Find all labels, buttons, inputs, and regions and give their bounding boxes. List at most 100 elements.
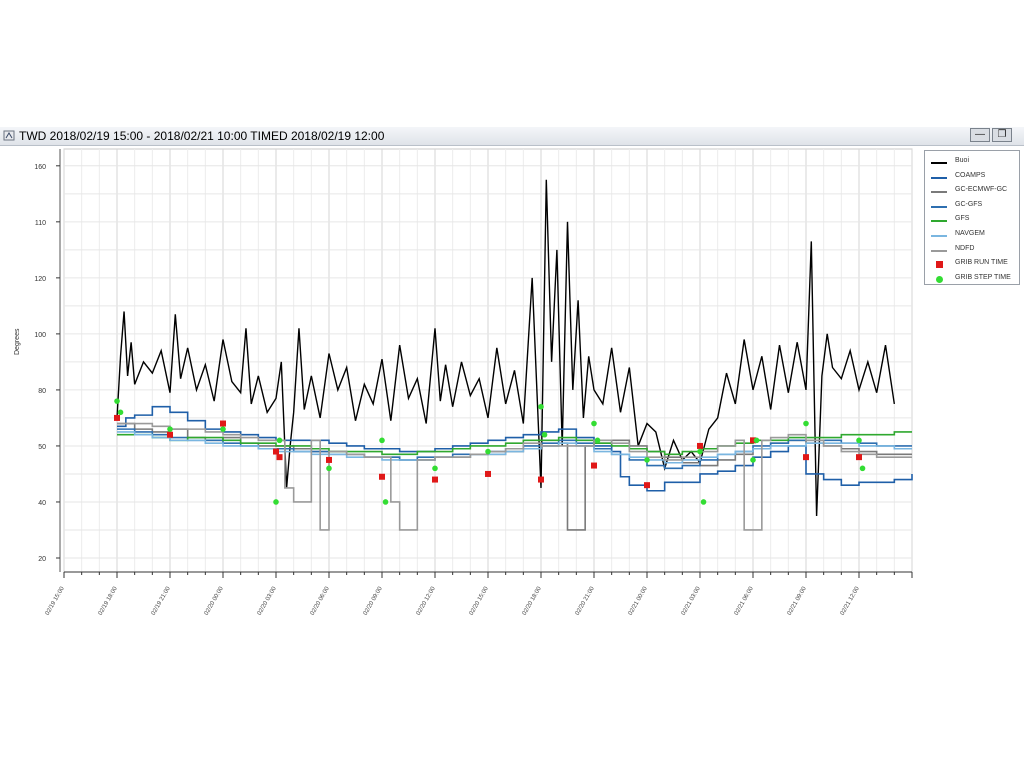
legend-item-grib-run-time: GRIB RUN TIME [931,259,1019,271]
marker-grib-step-time [167,426,173,432]
legend-label: Buoi [955,157,970,164]
x-tick-label: 02/20 15:00 [469,585,490,616]
x-tick-label: 02/21 12:00 [840,585,861,616]
legend-item-gfs: GFS [931,215,1019,227]
y-axis-label: Degrees [14,328,21,355]
legend-label: GC-ECMWF-GC [955,186,1008,194]
x-tick-label: 02/19 15:00 [45,585,66,616]
x-tick-label: 02/20 03:00 [257,585,278,616]
legend-swatch [931,191,947,194]
maximize-button[interactable]: ❐ [992,128,1012,142]
app-window: TWD 2018/02/19 15:00 - 2018/02/21 10:00 … [0,127,1024,617]
marker-grib-step-time [117,409,124,416]
marker-grib-step-time [644,457,650,463]
legend-item-ndfd: NDFD [931,245,1019,257]
window-title: TWD 2018/02/19 15:00 - 2018/02/21 10:00 … [19,129,385,143]
x-tick-label: 02/19 21:00 [151,585,172,616]
marker-grib-run-time [432,476,438,483]
marker-grib-step-time [432,465,438,472]
marker-grib-step-time [803,420,809,427]
series-layer [116,179,913,531]
legend-label: GC-GFS [955,200,983,208]
axes: 20 40 50 80 100 120 110 160 02/19 15:00 02/19 18:… [34,149,913,616]
legend-item-coamps: COAMPS [931,172,1019,184]
legend-label: NDFD [955,244,975,252]
legend-item-navgem: NAVGEM [931,230,1019,242]
marker-grib-step-time [382,499,389,505]
series-line-ndfd [117,422,912,531]
marker-grib-step-time [114,398,120,404]
marker-grib-run-time [697,442,703,449]
marker-grib-step-time [538,403,544,410]
chart-canvas: 20 40 50 80 100 120 110 160 02/19 15:00 02/19 18:… [34,148,913,616]
legend-swatch [931,162,947,164]
marker-grib-run-time [591,462,597,469]
marker-grib-step-time [273,499,279,505]
marker-grib-step-time [220,426,226,432]
marker-grib-step-time [379,437,385,444]
legend-item-buoi: Buoi [931,157,1019,169]
legend-label: NAVGEM [955,230,985,237]
marker-grib-run-time [220,420,226,427]
y-tick-label: 40 [38,500,46,507]
marker-grib-run-time [485,470,491,477]
x-tick-label: 02/20 18:00 [522,585,543,616]
x-tick-label: 02/21 03:00 [681,585,702,616]
x-tick-label: 02/20 12:00 [416,585,437,616]
x-tick-label: 02/20 21:00 [575,585,596,616]
marker-grib-run-time [379,473,385,480]
legend-swatch [931,205,947,208]
y-tick-label: 80 [38,388,46,395]
marker-grib-step-time [859,465,866,472]
legend-swatch [931,176,947,179]
marker-grib-step-time [750,457,756,463]
title-bar[interactable]: TWD 2018/02/19 15:00 - 2018/02/21 10:00 … [0,127,1024,146]
marker-grib-step-time [276,437,283,444]
marker-grib-run-time [856,454,862,461]
y-tick-label: 50 [38,444,46,451]
x-tick-label: 02/20 06:00 [310,585,331,616]
legend-label: GFS [955,215,970,223]
marker-grib-step-time [700,499,707,505]
x-tick-label: 02/21 06:00 [734,585,755,616]
marker-grib-run-time [114,414,120,421]
marker-grib-step-time [541,431,548,438]
marker-grib-step-time [856,437,862,444]
legend-marker [936,261,943,269]
grid-lines [63,148,913,573]
legend-label: GRIB RUN TIME [955,259,1008,267]
x-tick-label: 02/21 00:00 [628,585,649,616]
marker-grib-run-time [167,431,173,438]
y-tick-label: 100 [34,332,46,339]
legend-label: COAMPS [955,171,986,179]
minimize-button[interactable]: — [970,128,990,142]
marker-grib-step-time [753,437,760,444]
marker-grib-step-time [485,448,491,455]
legend-swatch [931,235,947,237]
legend-swatch [931,220,947,223]
chart-legend: Buoi COAMPS GC-ECMWF-GC GC-GFS GFS NAVGEM NDFD… [924,150,1020,285]
marker-grib-run-time [803,454,809,461]
marker-grib-step-time [697,448,703,455]
series-line-navgem [117,431,912,464]
legend-item-gc-gfs: GC-GFS [931,201,1019,213]
x-tick-label: 02/20 09:00 [363,585,384,616]
y-tick-label: 160 [34,164,46,171]
series-line-gc-ecmwf-gc [117,422,912,531]
marker-grib-run-time [538,476,544,483]
legend-label: GRIB STEP TIME [955,273,1011,281]
marker-grib-run-time [326,456,332,463]
marker-grib-step-time [326,465,332,472]
marker-grib-step-time [594,437,601,444]
java-app-icon [3,130,15,141]
y-tick-label: 120 [34,276,46,283]
marker-grib-run-time [273,448,279,455]
legend-item-gc-ecmwf-gc: GC-ECMWF-GC [931,186,1019,198]
x-tick-label: 02/20 00:00 [204,585,225,616]
x-tick-label: 02/19 18:00 [98,585,119,616]
legend-marker [936,275,943,283]
marker-grib-step-time [591,420,597,427]
y-tick-label: 110 [35,220,46,227]
legend-item-grib-step-time: GRIB STEP TIME [931,274,1019,286]
marker-grib-run-time [276,454,283,461]
